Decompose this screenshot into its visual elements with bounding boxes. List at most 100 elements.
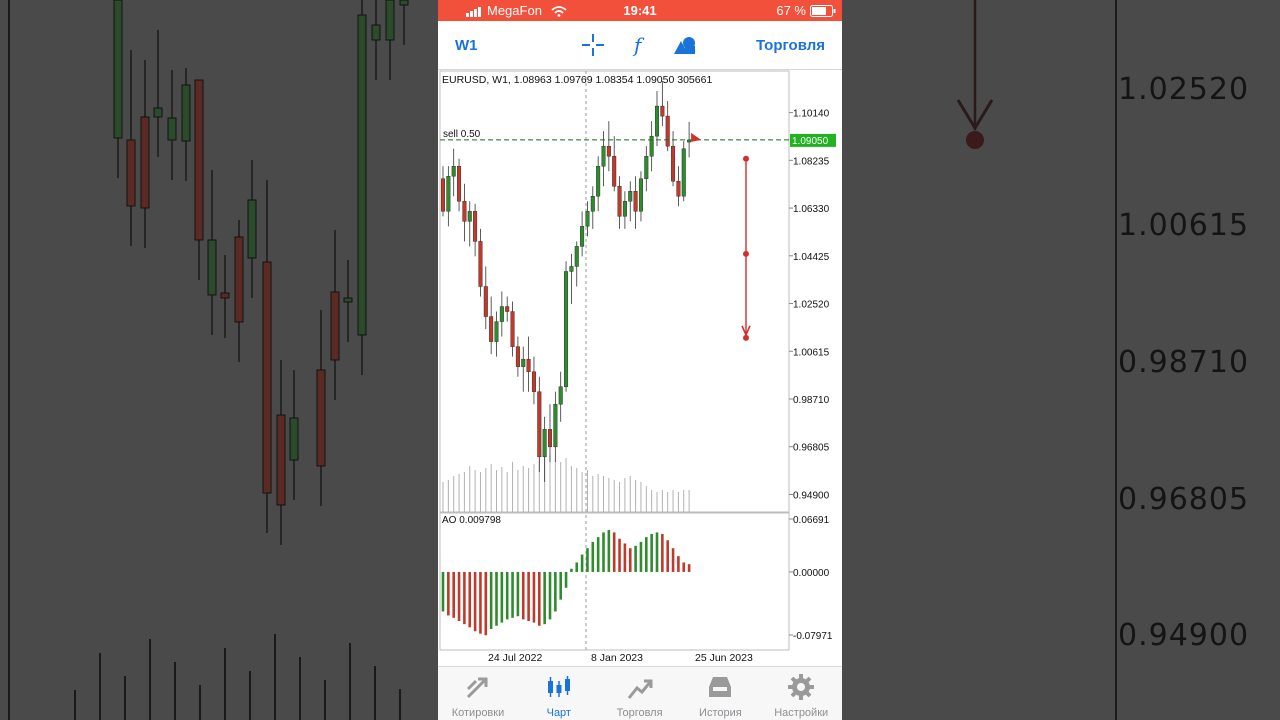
- price-tick-label: 1.06330: [793, 204, 830, 215]
- candle: [478, 228, 483, 297]
- bg-candle: [167, 70, 177, 180]
- candle: [505, 296, 510, 322]
- price-tick-label: 0.98710: [793, 395, 830, 406]
- bg-candle: [399, 0, 409, 45]
- tab-label: Настройки: [774, 707, 829, 719]
- candle: [585, 201, 590, 237]
- price-tick-label: 1.08235: [793, 156, 830, 167]
- bg-candle: [289, 370, 299, 500]
- bg-candle: [247, 160, 257, 298]
- tab-label: Торговля: [616, 707, 663, 719]
- bg-price-label: 0.98710: [1118, 345, 1250, 380]
- timeframe-button[interactable]: W1: [455, 37, 478, 54]
- tab-bar: Котировки Чарт Торговля История Настройки: [438, 666, 842, 720]
- tab-settings[interactable]: Настройки: [761, 667, 841, 720]
- bg-candle: [113, 0, 123, 178]
- candle: [596, 156, 601, 212]
- price-tick-label: 1.10140: [793, 109, 830, 120]
- candle: [510, 301, 515, 357]
- ao-tick-label: 0.06691: [793, 515, 830, 526]
- tab-label: Чарт: [546, 707, 571, 719]
- ao-label: AO 0.009798: [442, 515, 501, 526]
- candle: [606, 121, 611, 172]
- candle: [457, 158, 462, 212]
- trade-button[interactable]: Торговля: [756, 37, 825, 54]
- candle: [515, 336, 520, 377]
- projection-point[interactable]: [743, 250, 749, 257]
- candle: [612, 136, 617, 192]
- bg-candle: [357, 0, 367, 375]
- bg-candle: [330, 230, 340, 400]
- tab-quotes[interactable]: Котировки: [438, 667, 518, 720]
- ao-tick-label: -0.07971: [793, 631, 833, 642]
- candle: [671, 131, 676, 187]
- sell-order-label: sell 0.50: [443, 129, 481, 140]
- candle: [531, 356, 536, 405]
- tab-history[interactable]: История: [680, 667, 760, 720]
- bg-price-label: 1.02520: [1118, 72, 1250, 107]
- phone-screen: MegaFon 19:41 67 % W1 f Торговля 1.10140…: [438, 0, 842, 720]
- candle: [681, 141, 686, 202]
- candle: [638, 171, 643, 222]
- candle: [633, 176, 638, 229]
- candle: [665, 101, 670, 152]
- candle: [654, 91, 659, 147]
- chart-canvas[interactable]: 1.10140 1.08235 1.06330 1.04425 1.02520 1.006…: [438, 69, 842, 666]
- candle: [628, 181, 633, 222]
- chart-area[interactable]: 1.10140 1.08235 1.06330 1.04425 1.02520 1.006…: [438, 69, 842, 666]
- price-tick-label: 0.94900: [793, 490, 830, 501]
- chart-icon: [547, 676, 570, 697]
- ao-tick-label: 0.00000: [793, 568, 830, 579]
- bg-candle: [220, 255, 230, 338]
- candle: [499, 291, 504, 337]
- candle: [660, 81, 665, 127]
- tab-chart[interactable]: Чарт: [519, 667, 599, 720]
- candle: [644, 146, 649, 192]
- candle: [617, 176, 622, 229]
- objects-icon[interactable]: [671, 31, 699, 59]
- candle: [580, 211, 585, 257]
- candle: [676, 166, 681, 207]
- bg-candle: [276, 360, 286, 545]
- candle: [649, 121, 654, 172]
- candle: [537, 376, 542, 472]
- crosshair-icon[interactable]: [579, 31, 607, 59]
- candle: [574, 241, 579, 287]
- bg-price-label: 0.94900: [1118, 618, 1250, 653]
- candle: [473, 203, 478, 257]
- bg-candle: [385, 0, 395, 80]
- svg-text:f: f: [632, 33, 645, 57]
- bg-candle: [126, 50, 136, 246]
- candle: [489, 296, 494, 355]
- battery-percent: 67 %: [776, 3, 806, 18]
- candle: [553, 391, 558, 462]
- candle: [441, 166, 445, 217]
- price-tick-label: 1.02520: [793, 300, 830, 311]
- bg-candle: [207, 170, 217, 335]
- candle: [542, 416, 547, 482]
- quotes-icon: [466, 677, 488, 699]
- candle: [483, 266, 488, 330]
- candle: [569, 253, 574, 305]
- battery-icon: [810, 5, 836, 17]
- history-icon: [709, 677, 732, 697]
- tab-trade[interactable]: Торговля: [600, 667, 680, 720]
- candle: [547, 404, 552, 462]
- bg-price-label: 0.96805: [1118, 482, 1250, 517]
- settings-icon: [788, 674, 815, 700]
- function-icon[interactable]: f: [626, 31, 654, 59]
- candle: [622, 191, 627, 229]
- candle: [521, 346, 526, 392]
- price-tick-label: 0.96805: [793, 443, 830, 454]
- projection-point[interactable]: [743, 155, 749, 162]
- candle: [462, 183, 467, 242]
- candle: [601, 131, 606, 187]
- bg-candle: [262, 180, 272, 533]
- candle: [564, 261, 569, 392]
- sell-arrow-icon: [691, 132, 702, 142]
- status-bar: MegaFon 19:41 67 %: [438, 0, 842, 21]
- date-label: 8 Jan 2023: [591, 652, 643, 664]
- chart-info: EURUSD, W1, 1.08963 1.09769 1.08354 1.09…: [442, 74, 712, 86]
- candle: [467, 201, 472, 247]
- candle: [446, 166, 451, 227]
